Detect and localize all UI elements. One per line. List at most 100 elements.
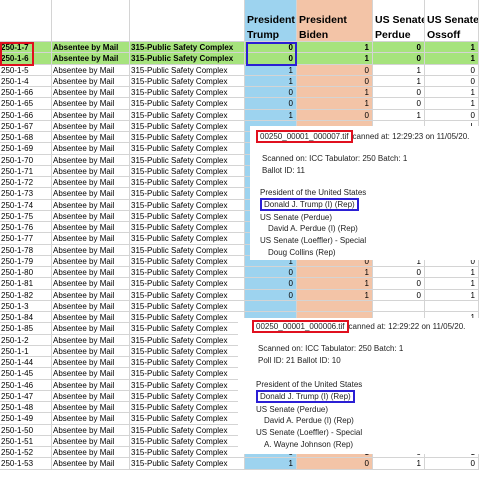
cell-ballot-type[interactable]: Absentee by Mail <box>52 233 130 245</box>
cell-president-biden[interactable]: 0 <box>297 75 373 87</box>
cell-ballot-type[interactable]: Absentee by Mail <box>52 154 130 166</box>
cell-location[interactable]: 315-Public Safety Complex <box>130 132 245 144</box>
cell-us-senate-perdue[interactable] <box>373 300 425 312</box>
cell-president-biden[interactable]: 1 <box>297 53 373 65</box>
cell-location[interactable]: 315-Public Safety Complex <box>130 75 245 87</box>
cell-ballot-type[interactable]: Absentee by Mail <box>52 222 130 234</box>
cell-ballot-type[interactable]: Absentee by Mail <box>52 345 130 357</box>
cell-ballot-type[interactable]: Absentee by Mail <box>52 143 130 155</box>
table-row[interactable]: 250-1-6 Absentee by Mail 315-Public Safety… <box>0 53 479 65</box>
cell-president-biden[interactable]: 1 <box>297 98 373 110</box>
cell-location[interactable]: 315-Public Safety Complex <box>130 222 245 234</box>
cell-ballot-type[interactable]: Absentee by Mail <box>52 300 130 312</box>
cell-location[interactable]: 315-Public Safety Complex <box>130 188 245 200</box>
cell-us-senate-perdue[interactable]: 0 <box>373 87 425 99</box>
cell-ballot-id[interactable]: 250-1-80 <box>0 267 52 279</box>
cell-ballot-type[interactable]: Absentee by Mail <box>52 199 130 211</box>
cell-ballot-type[interactable]: Absentee by Mail <box>52 177 130 189</box>
cell-president-trump[interactable] <box>245 300 297 312</box>
cell-ballot-id[interactable]: 250-1-73 <box>0 188 52 200</box>
cell-ballot-type[interactable]: Absentee by Mail <box>52 165 130 177</box>
cell-ballot-id[interactable]: 250-1-46 <box>0 379 52 391</box>
header-blank-c[interactable] <box>130 0 245 42</box>
cell-president-biden[interactable]: 1 <box>297 42 373 54</box>
cell-ballot-id[interactable]: 250-1-47 <box>0 390 52 402</box>
cell-ballot-type[interactable]: Absentee by Mail <box>52 323 130 335</box>
cell-us-senate-ossoff[interactable]: 1 <box>425 87 479 99</box>
cell-location[interactable]: 315-Public Safety Complex <box>130 233 245 245</box>
cell-us-senate-perdue[interactable]: 0 <box>373 53 425 65</box>
cell-us-senate-ossoff[interactable]: 1 <box>425 278 479 290</box>
cell-ballot-type[interactable]: Absentee by Mail <box>52 357 130 369</box>
cell-location[interactable]: 315-Public Safety Complex <box>130 334 245 346</box>
cell-president-trump[interactable]: 1 <box>245 109 297 121</box>
cell-location[interactable]: 315-Public Safety Complex <box>130 413 245 425</box>
cell-us-senate-ossoff[interactable]: 0 <box>425 458 479 470</box>
cell-ballot-type[interactable]: Absentee by Mail <box>52 458 130 470</box>
cell-ballot-id[interactable]: 250-1-4 <box>0 75 52 87</box>
cell-president-trump[interactable]: 0 <box>245 267 297 279</box>
cell-ballot-id[interactable]: 250-1-76 <box>0 222 52 234</box>
table-row[interactable]: 250-1-7 Absentee by Mail 315-Public Safety… <box>0 42 479 54</box>
cell-president-biden[interactable]: 0 <box>297 64 373 76</box>
cell-location[interactable]: 315-Public Safety Complex <box>130 199 245 211</box>
table-row[interactable]: 250-1-82 Absentee by Mail 315-Public Safet… <box>0 289 479 301</box>
cell-location[interactable]: 315-Public Safety Complex <box>130 120 245 132</box>
cell-us-senate-ossoff[interactable]: 1 <box>425 42 479 54</box>
cell-location[interactable]: 315-Public Safety Complex <box>130 87 245 99</box>
table-row[interactable]: 250-1-80 Absentee by Mail 315-Public Safet… <box>0 267 479 279</box>
cell-location[interactable]: 315-Public Safety Complex <box>130 278 245 290</box>
cell-us-senate-ossoff[interactable]: 1 <box>425 98 479 110</box>
cell-us-senate-perdue[interactable]: 0 <box>373 278 425 290</box>
cell-ballot-id[interactable]: 250-1-81 <box>0 278 52 290</box>
cell-ballot-type[interactable]: Absentee by Mail <box>52 87 130 99</box>
cell-ballot-type[interactable]: Absentee by Mail <box>52 244 130 256</box>
cell-ballot-id[interactable]: 250-1-52 <box>0 447 52 459</box>
cell-ballot-id[interactable]: 250-1-65 <box>0 98 52 110</box>
cell-location[interactable]: 315-Public Safety Complex <box>130 255 245 267</box>
cell-location[interactable]: 315-Public Safety Complex <box>130 143 245 155</box>
cell-ballot-type[interactable]: Absentee by Mail <box>52 267 130 279</box>
cell-president-biden[interactable]: 0 <box>297 458 373 470</box>
cell-us-senate-perdue[interactable]: 1 <box>373 109 425 121</box>
cell-president-biden[interactable]: 0 <box>297 109 373 121</box>
cell-us-senate-ossoff[interactable]: 0 <box>425 75 479 87</box>
cell-location[interactable]: 315-Public Safety Complex <box>130 300 245 312</box>
cell-ballot-id[interactable]: 250-1-1 <box>0 345 52 357</box>
cell-ballot-type[interactable]: Absentee by Mail <box>52 435 130 447</box>
cell-us-senate-ossoff[interactable]: 1 <box>425 53 479 65</box>
cell-ballot-type[interactable]: Absentee by Mail <box>52 132 130 144</box>
cell-ballot-id[interactable]: 250-1-77 <box>0 233 52 245</box>
cell-president-biden[interactable]: 1 <box>297 289 373 301</box>
cell-location[interactable]: 315-Public Safety Complex <box>130 424 245 436</box>
cell-ballot-type[interactable]: Absentee by Mail <box>52 390 130 402</box>
cell-ballot-type[interactable]: Absentee by Mail <box>52 75 130 87</box>
cell-ballot-id[interactable]: 250-1-50 <box>0 424 52 436</box>
cell-ballot-id[interactable]: 250-1-74 <box>0 199 52 211</box>
cell-ballot-id[interactable]: 250-1-3 <box>0 300 52 312</box>
cell-ballot-type[interactable]: Absentee by Mail <box>52 42 130 54</box>
cell-ballot-id[interactable]: 250-1-72 <box>0 177 52 189</box>
cell-ballot-id[interactable]: 250-1-78 <box>0 244 52 256</box>
cell-ballot-id[interactable]: 250-1-48 <box>0 402 52 414</box>
cell-location[interactable]: 315-Public Safety Complex <box>130 289 245 301</box>
cell-ballot-id[interactable]: 250-1-44 <box>0 357 52 369</box>
cell-ballot-type[interactable]: Absentee by Mail <box>52 424 130 436</box>
cell-location[interactable]: 315-Public Safety Complex <box>130 458 245 470</box>
cell-location[interactable]: 315-Public Safety Complex <box>130 312 245 324</box>
cell-ballot-type[interactable]: Absentee by Mail <box>52 255 130 267</box>
table-row[interactable]: 250-1-53 Absentee by Mail 315-Public Safet… <box>0 458 479 470</box>
cell-us-senate-ossoff[interactable]: 0 <box>425 64 479 76</box>
cell-location[interactable]: 315-Public Safety Complex <box>130 357 245 369</box>
table-row[interactable]: 250-1-5 Absentee by Mail 315-Public Safety… <box>0 64 479 76</box>
cell-location[interactable]: 315-Public Safety Complex <box>130 390 245 402</box>
cell-ballot-id[interactable]: 250-1-71 <box>0 165 52 177</box>
cell-location[interactable]: 315-Public Safety Complex <box>130 368 245 380</box>
cell-location[interactable]: 315-Public Safety Complex <box>130 177 245 189</box>
cell-ballot-id[interactable]: 250-1-85 <box>0 323 52 335</box>
cell-us-senate-ossoff[interactable]: 0 <box>425 109 479 121</box>
header-president-biden[interactable]: President Biden <box>297 0 373 42</box>
cell-ballot-type[interactable]: Absentee by Mail <box>52 368 130 380</box>
cell-us-senate-perdue[interactable]: 0 <box>373 98 425 110</box>
cell-location[interactable]: 315-Public Safety Complex <box>130 379 245 391</box>
